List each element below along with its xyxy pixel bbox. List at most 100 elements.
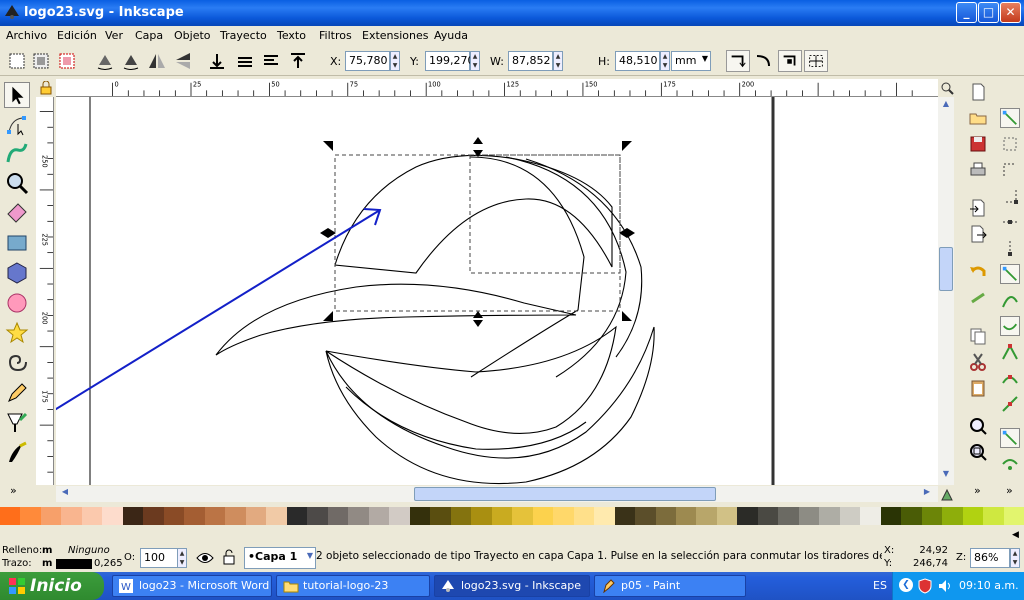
palette-swatch[interactable] (143, 507, 164, 525)
palette-swatch[interactable] (983, 507, 1004, 525)
zoom-icon[interactable] (4, 170, 30, 196)
palette-swatch[interactable] (491, 507, 513, 525)
vertical-scroll-thumb[interactable] (939, 247, 953, 291)
palette-swatch[interactable] (184, 507, 205, 525)
print-icon[interactable] (968, 160, 988, 180)
menu-extensiones[interactable]: Extensiones (362, 29, 429, 42)
h-spinner[interactable]: ▲ ▼ (660, 51, 670, 71)
w-field[interactable]: 87,852 (508, 51, 553, 71)
menu-trayecto[interactable]: Trayecto (220, 29, 267, 42)
rect-icon[interactable] (4, 230, 30, 256)
raise-icon[interactable] (260, 50, 282, 72)
palette-swatch[interactable] (286, 507, 308, 525)
palette-swatch[interactable] (61, 507, 82, 525)
palette-swatch[interactable] (532, 507, 554, 525)
snap-path-intersection-icon[interactable] (1000, 316, 1020, 336)
snap-paths-icon[interactable] (1000, 290, 1020, 310)
palette-swatch[interactable] (512, 507, 533, 525)
palette-swatch[interactable] (0, 507, 21, 525)
palette-swatch[interactable] (430, 507, 451, 525)
palette-swatch[interactable] (348, 507, 369, 525)
rotate-ccw-icon[interactable] (94, 50, 116, 72)
palette-swatch[interactable] (553, 507, 574, 525)
palette-swatch[interactable] (20, 507, 41, 525)
import-icon[interactable] (968, 198, 988, 218)
palette-swatch[interactable] (266, 507, 287, 525)
redo-icon[interactable] (968, 288, 988, 308)
x-field[interactable]: 75,780 (345, 51, 390, 71)
open-icon[interactable] (968, 108, 988, 128)
move-gradients-icon[interactable] (778, 50, 802, 72)
star-icon[interactable] (4, 320, 30, 346)
palette-swatch[interactable] (450, 507, 472, 525)
menu-filtros[interactable]: Filtros (319, 29, 352, 42)
lower-to-bottom-icon[interactable] (206, 50, 228, 72)
task-inkscape[interactable]: logo23.svg - Inkscape (434, 575, 590, 597)
palette-swatch[interactable] (860, 507, 881, 525)
palette-swatch[interactable] (798, 507, 820, 525)
palette-swatch[interactable] (716, 507, 738, 525)
palette-swatch[interactable] (573, 507, 595, 525)
language-indicator[interactable]: ES (873, 579, 887, 592)
cut-icon[interactable] (968, 352, 988, 372)
palette-swatch[interactable] (901, 507, 922, 525)
snap-bbox-edge-icon[interactable] (1000, 160, 1020, 180)
scale-stroke-icon[interactable] (726, 50, 750, 72)
flip-horizontal-icon[interactable] (146, 50, 168, 72)
snap-more-icon[interactable]: » (1006, 484, 1013, 497)
snap-cusp-nodes-icon[interactable] (1000, 342, 1020, 362)
palette-swatch[interactable] (594, 507, 615, 525)
pencil-icon[interactable] (4, 380, 30, 406)
stroke-swatch[interactable] (56, 559, 92, 569)
drawing-canvas[interactable] (56, 97, 938, 485)
palette-swatch[interactable] (737, 507, 758, 525)
scroll-down-icon[interactable]: ▼ (939, 469, 953, 483)
x-spinner[interactable]: ▲ ▼ (390, 51, 400, 71)
palette-swatch[interactable] (327, 507, 349, 525)
scroll-right-icon[interactable]: ▶ (920, 487, 934, 501)
zoom-fit-icon[interactable] (940, 81, 954, 95)
palette-swatch[interactable] (1003, 507, 1024, 525)
task-paint[interactable]: p05 - Paint (594, 575, 746, 597)
snap-toggle-icon[interactable] (1000, 108, 1020, 128)
visibility-eye-icon[interactable] (196, 551, 214, 565)
snap-nodes-icon[interactable] (1000, 264, 1020, 284)
flip-vertical-icon[interactable] (172, 50, 194, 72)
horizontal-scrollbar[interactable]: ◀ ▶ (56, 486, 938, 502)
selector-icon[interactable] (4, 82, 30, 108)
y-field[interactable]: 199,270 (425, 51, 475, 71)
horizontal-scroll-thumb[interactable] (414, 487, 716, 501)
deselect-icon[interactable] (56, 50, 78, 72)
palette-swatch[interactable] (962, 507, 984, 525)
command-more-icon[interactable]: » (974, 484, 981, 497)
task-word[interactable]: W logo23 - Microsoft Word (112, 575, 272, 597)
opacity-field[interactable]: 100 (140, 548, 178, 568)
export-icon[interactable] (968, 224, 988, 244)
snap-object-center-icon[interactable] (1000, 454, 1020, 474)
palette-swatch[interactable] (757, 507, 779, 525)
stroke-width[interactable]: 0,265 (94, 558, 123, 569)
security-shield-icon[interactable] (917, 578, 933, 594)
palette-swatch[interactable] (614, 507, 636, 525)
box3d-icon[interactable] (4, 260, 30, 286)
palette-swatch[interactable] (635, 507, 656, 525)
pen-icon[interactable] (4, 410, 30, 436)
zoom-page-icon[interactable] (968, 442, 988, 462)
snap-midpoints-icon[interactable] (1000, 394, 1020, 414)
node-icon[interactable] (4, 112, 30, 138)
menu-texto[interactable]: Texto (277, 29, 306, 42)
minimize-button[interactable]: _ (956, 2, 977, 23)
tweak-icon[interactable] (4, 140, 30, 166)
palette-swatch[interactable] (409, 507, 431, 525)
menu-ver[interactable]: Ver (105, 29, 123, 42)
volume-icon[interactable] (937, 578, 953, 594)
scroll-left-icon[interactable]: ◀ (58, 487, 72, 501)
calligraphy-icon[interactable] (4, 440, 30, 466)
menu-objeto[interactable]: Objeto (174, 29, 211, 42)
palette-swatch[interactable] (40, 507, 62, 525)
layer-select[interactable]: •Capa 1 ▼ (244, 547, 316, 569)
snap-bbox-corner-icon[interactable] (1000, 186, 1020, 206)
scroll-up-icon[interactable]: ▲ (939, 99, 953, 113)
scale-corners-icon[interactable] (752, 50, 776, 72)
palette-swatch[interactable] (942, 507, 963, 525)
